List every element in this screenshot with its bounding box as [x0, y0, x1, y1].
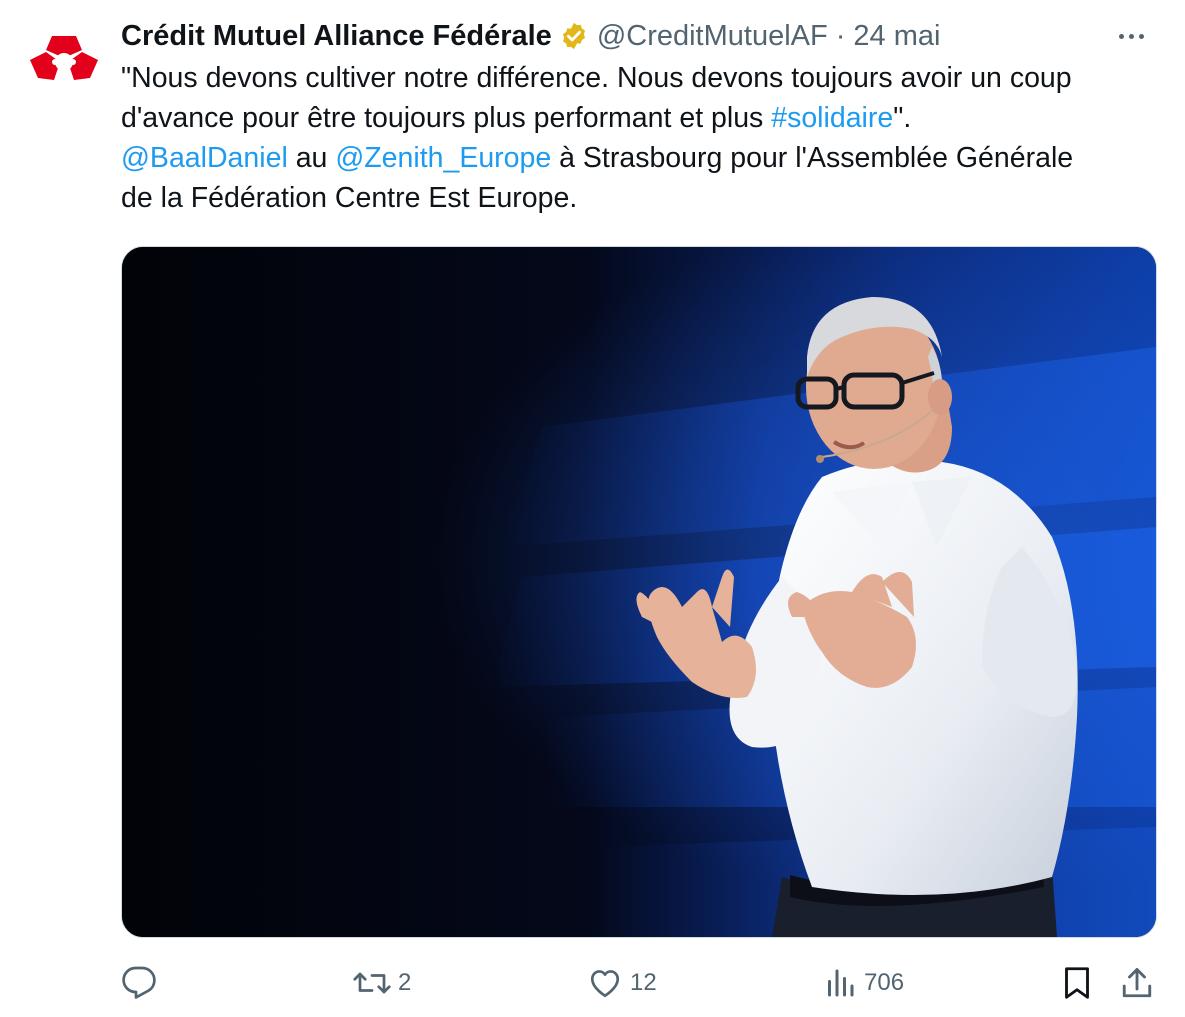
retweet-count: 2	[398, 969, 412, 996]
retweet-button[interactable]: 2	[352, 960, 411, 1006]
tweet-header: Crédit Mutuel Alliance Fédérale @CreditM…	[121, 16, 940, 56]
credit-mutuel-logo-icon	[30, 36, 98, 80]
text-segment: au	[287, 142, 336, 174]
header-separator: ·	[835, 20, 846, 52]
tweet-photo[interactable]	[121, 246, 1157, 938]
avatar[interactable]	[24, 18, 104, 98]
bookmark-icon	[1065, 967, 1089, 999]
share-icon	[1122, 968, 1152, 998]
views-button[interactable]: 706	[822, 960, 904, 1006]
text-segment: ".	[893, 102, 912, 134]
tweet: Crédit Mutuel Alliance Fédérale @CreditM…	[0, 0, 1185, 1017]
views-count: 706	[864, 969, 905, 996]
tweet-text-line-2: d'avance pour être toujours plus perform…	[121, 98, 1166, 138]
text-segment: à Strasbourg pour l'Assemblée Générale	[551, 142, 1074, 174]
text-segment: d'avance pour être toujours plus perform…	[121, 102, 772, 134]
heart-icon	[590, 970, 620, 998]
like-button[interactable]: 12	[586, 960, 657, 1006]
tweet-text-line-1: "Nous devons cultiver notre différence. …	[121, 62, 1072, 94]
tweet-text-line-3: @BaalDaniel au @Zenith_Europe à Strasbou…	[121, 138, 1166, 178]
tweet-text: "Nous devons cultiver notre différence. …	[121, 58, 1166, 218]
hashtag-link[interactable]: #solidaire	[771, 102, 893, 134]
reply-icon	[122, 966, 156, 999]
tweet-actions: 2 12 706	[0, 960, 1185, 1006]
tweet-date[interactable]: 24 mai	[853, 16, 940, 56]
display-name[interactable]: Crédit Mutuel Alliance Fédérale	[121, 16, 552, 56]
reply-button[interactable]	[121, 960, 163, 1006]
mention-link-zenith-europe[interactable]: @Zenith_Europe	[335, 142, 551, 174]
mention-link-baaldaniel[interactable]: @BaalDaniel	[121, 142, 288, 174]
verified-badge-icon[interactable]	[559, 21, 589, 51]
bookmark-button[interactable]	[1059, 960, 1095, 1006]
handle[interactable]: @CreditMutuelAF	[597, 16, 828, 56]
views-chart-icon	[828, 969, 854, 997]
share-button[interactable]	[1119, 960, 1155, 1006]
like-count: 12	[630, 969, 657, 996]
speaker-photo	[122, 247, 1156, 937]
more-options-icon[interactable]	[1111, 26, 1151, 46]
tweet-text-line-4: de la Fédération Centre Est Europe.	[121, 182, 578, 214]
retweet-icon	[353, 972, 391, 994]
